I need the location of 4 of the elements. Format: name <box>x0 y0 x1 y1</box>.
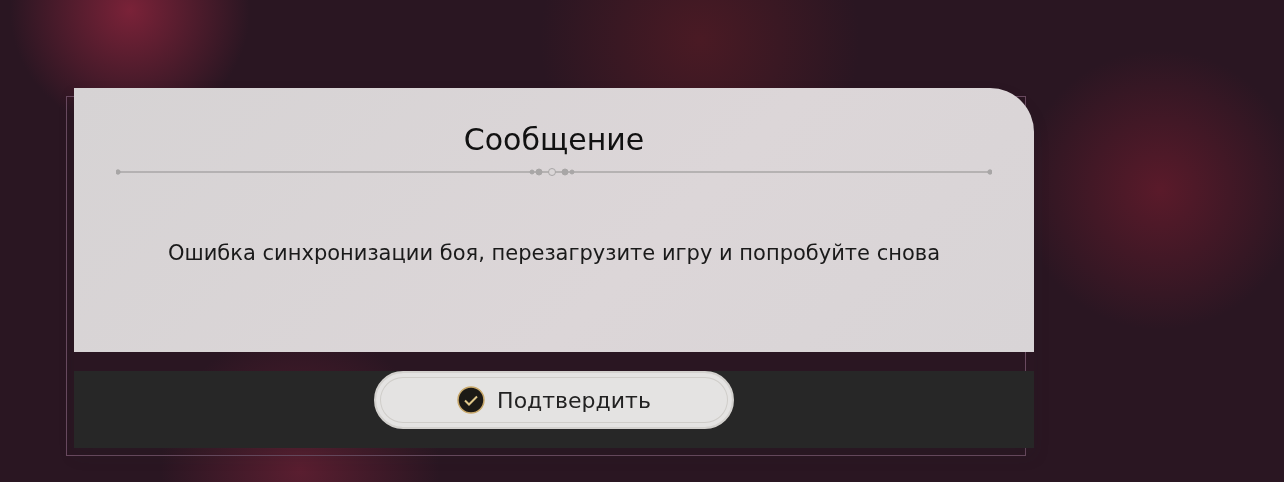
check-icon <box>457 386 486 414</box>
error-message: Ошибка синхронизации боя, перезагрузите игру и попробуйте снова <box>166 240 942 267</box>
confirm-button[interactable]: Подтвердить <box>374 371 734 429</box>
dialog-title: Сообщение <box>463 121 645 158</box>
